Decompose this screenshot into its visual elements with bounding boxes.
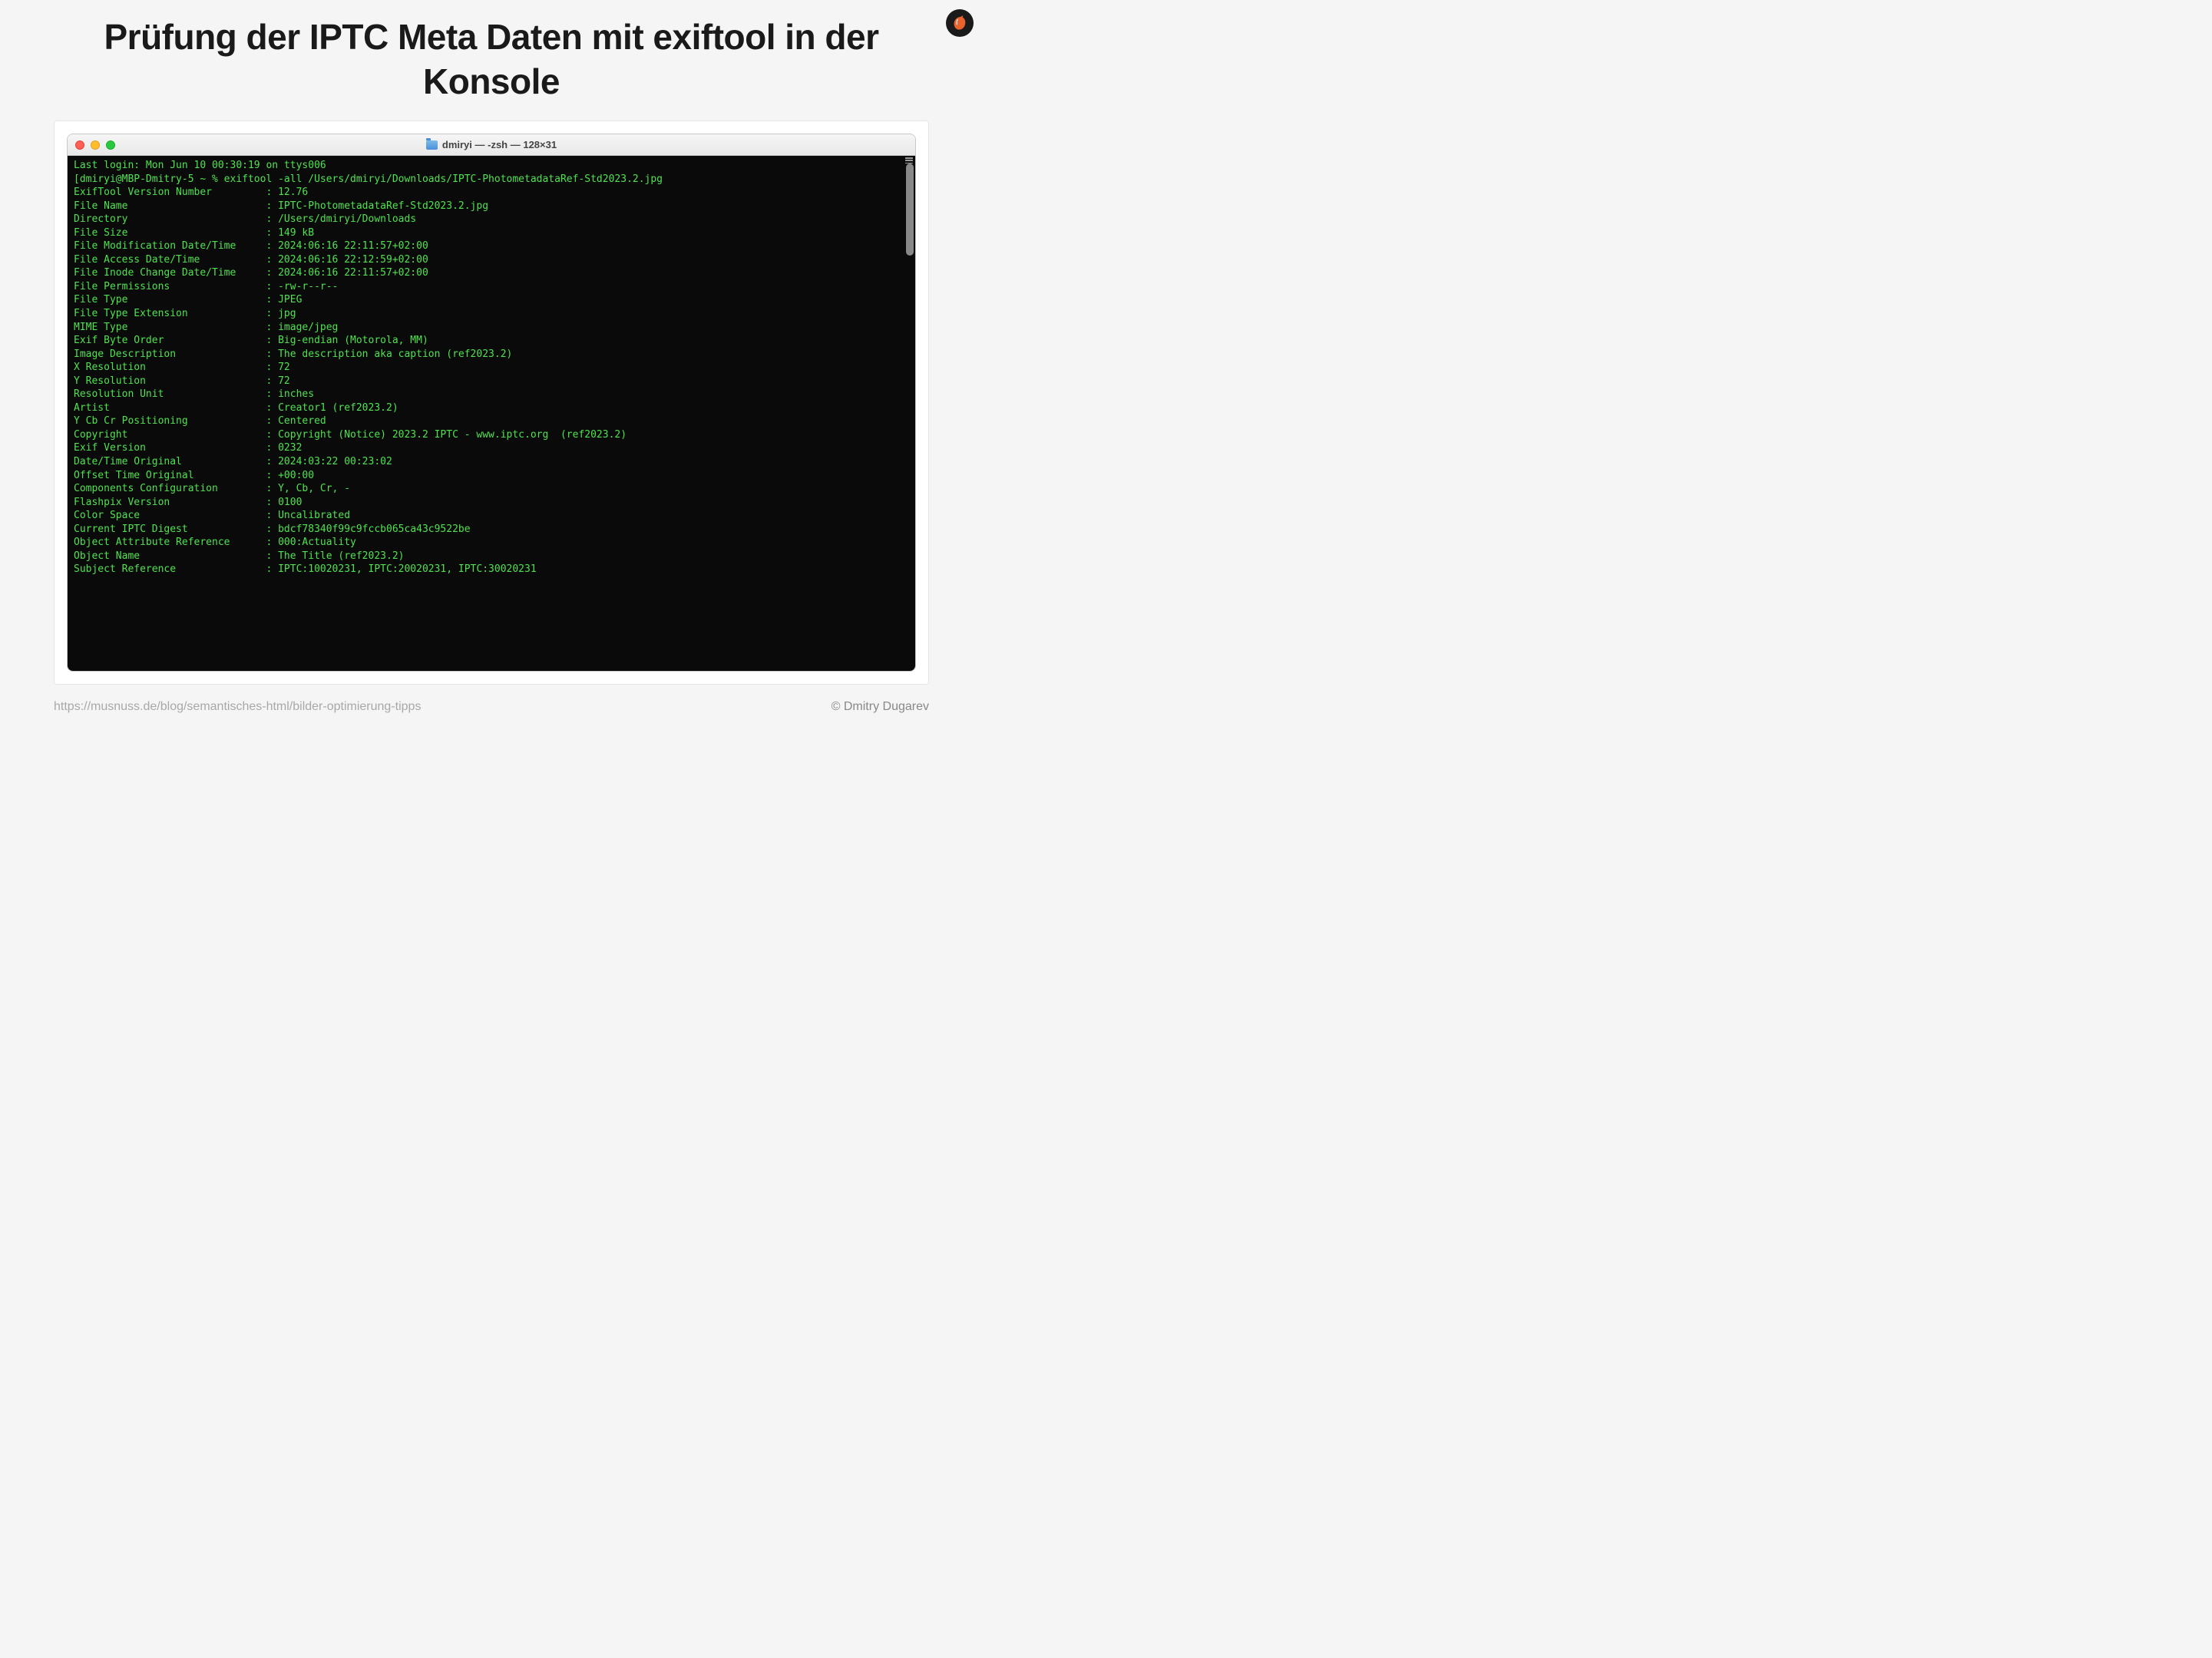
brand-logo bbox=[946, 9, 974, 37]
terminal-frame: dmiryi — -zsh — 128×31 Last login: Mon J… bbox=[54, 121, 929, 685]
folder-icon bbox=[426, 140, 438, 150]
window-title: dmiryi — -zsh — 128×31 bbox=[68, 139, 915, 150]
terminal-output: Last login: Mon Jun 10 00:30:19 on ttys0… bbox=[74, 159, 909, 576]
minimize-button[interactable] bbox=[91, 140, 100, 150]
window-titlebar: dmiryi — -zsh — 128×31 bbox=[68, 134, 915, 156]
menu-icon[interactable] bbox=[905, 157, 913, 163]
footer-credit: © Dmitry Dugarev bbox=[832, 700, 929, 714]
maximize-button[interactable] bbox=[106, 140, 115, 150]
nut-icon bbox=[951, 15, 968, 31]
window-title-text: dmiryi — -zsh — 128×31 bbox=[442, 139, 557, 150]
footer: https://musnuss.de/blog/semantisches-htm… bbox=[54, 685, 929, 714]
scrollbar-thumb[interactable] bbox=[906, 163, 914, 256]
terminal-window: dmiryi — -zsh — 128×31 Last login: Mon J… bbox=[67, 134, 916, 672]
page-title: Prüfung der IPTC Meta Daten mit exiftool… bbox=[54, 15, 929, 104]
traffic-lights bbox=[75, 140, 115, 150]
terminal-body[interactable]: Last login: Mon Jun 10 00:30:19 on ttys0… bbox=[68, 156, 915, 671]
footer-url: https://musnuss.de/blog/semantisches-htm… bbox=[54, 700, 421, 714]
close-button[interactable] bbox=[75, 140, 84, 150]
